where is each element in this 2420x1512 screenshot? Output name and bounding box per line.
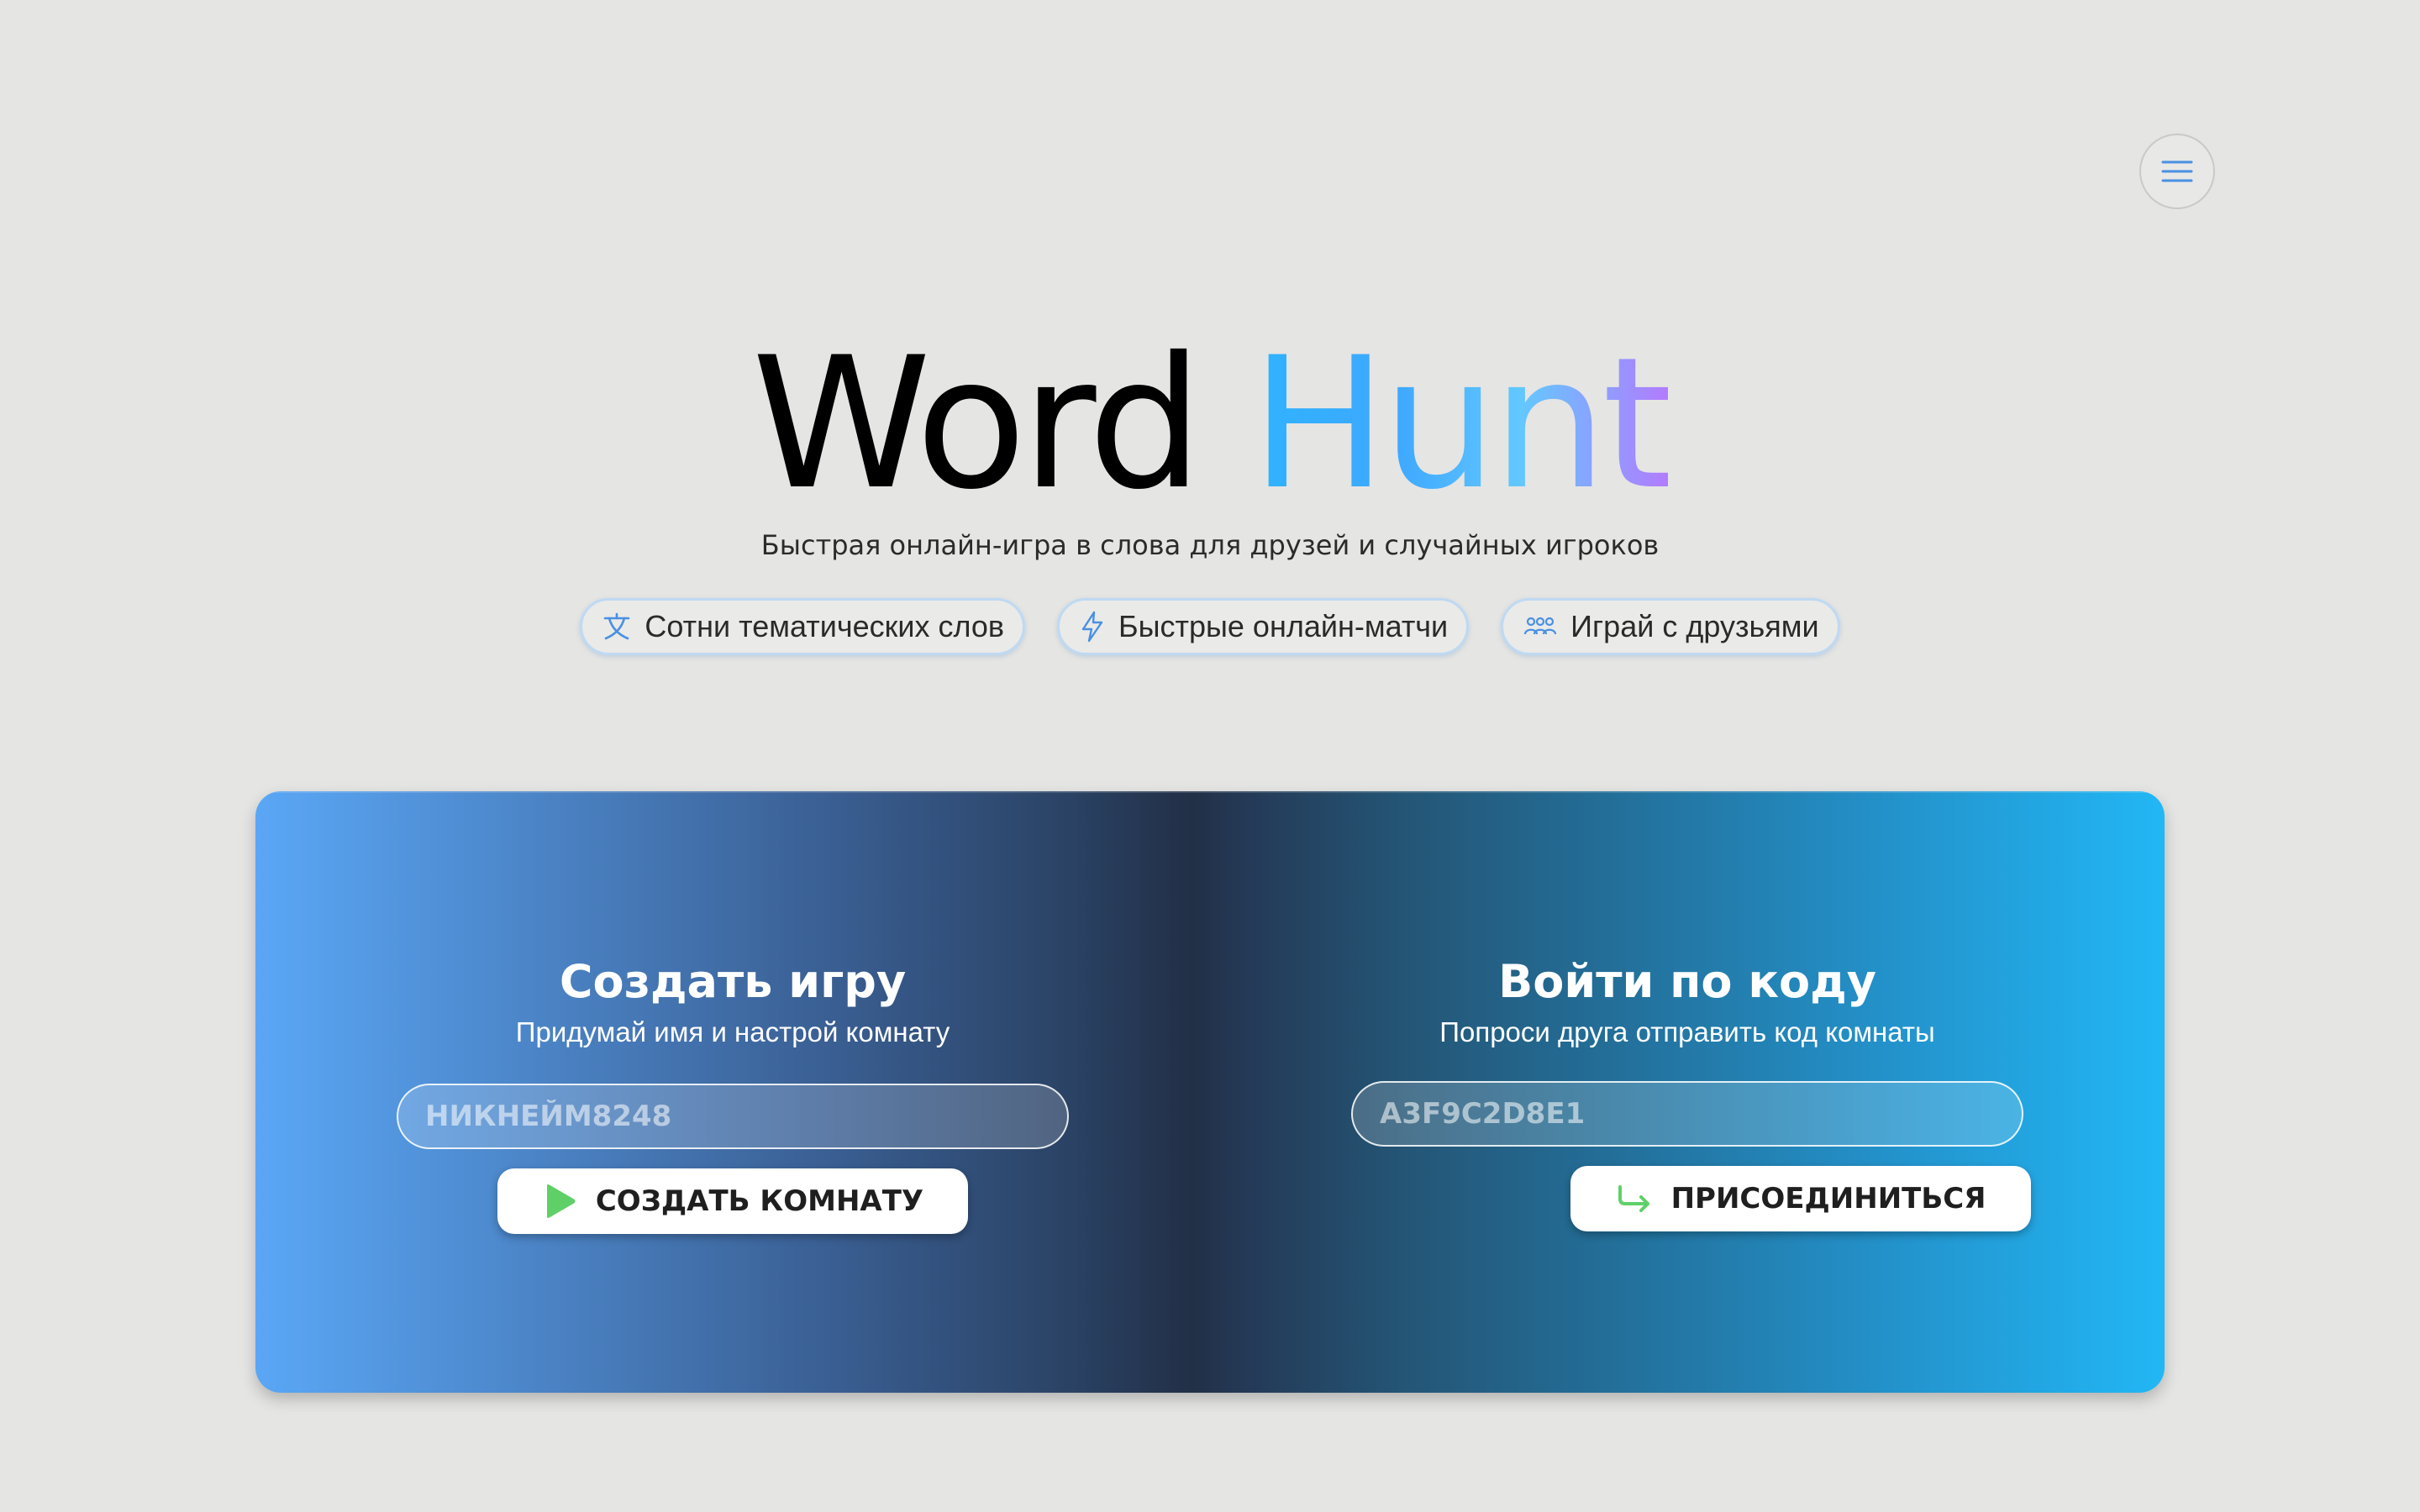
create-game-heading: Создать игру	[559, 955, 907, 1008]
users-icon	[1524, 617, 1557, 635]
enter-arrow-icon	[1618, 1185, 1649, 1212]
create-room-label: СОЗДАТЬ КОМНАТУ	[595, 1184, 924, 1218]
translate-icon	[604, 612, 630, 640]
room-code-input[interactable]	[1351, 1081, 2023, 1147]
feature-label: Играй с друзьями	[1570, 609, 1819, 643]
feature-chip-words: Сотни тематических слов	[580, 598, 1026, 655]
app-subtitle: Быстрая онлайн-игра в слова для друзей и…	[760, 529, 1660, 561]
hamburger-menu-icon	[2161, 160, 2193, 182]
lightning-icon	[1081, 611, 1103, 643]
feature-chips: Сотни тематических слов Быстрые онлайн-м…	[0, 598, 2420, 655]
feature-label: Сотни тематических слов	[644, 609, 1005, 643]
create-room-button[interactable]: СОЗДАТЬ КОМНАТУ	[497, 1168, 968, 1234]
join-label: ПРИСОЕДИНИТЬСЯ	[1670, 1182, 1986, 1215]
game-entry-panel: Создать игру Придумай имя и настрой комн…	[255, 791, 2165, 1393]
create-game-section: Создать игру Придумай имя и настрой комн…	[255, 791, 1210, 1393]
join-game-description: Попроси друга отправить код комнаты	[1439, 1016, 1935, 1047]
join-game-section: Войти по коду Попроси друга отправить ко…	[1210, 791, 2165, 1393]
play-icon	[546, 1184, 576, 1218]
menu-button[interactable]	[2139, 134, 2215, 209]
app-title-word: Word	[751, 318, 1203, 529]
nickname-input[interactable]	[397, 1084, 1069, 1149]
join-game-heading: Войти по коду	[1498, 955, 1876, 1008]
app-title-hunt: Hunt	[1250, 318, 1673, 529]
feature-label: Быстрые онлайн-матчи	[1118, 609, 1449, 643]
create-game-description: Придумай имя и настрой комнату	[515, 1016, 950, 1047]
app-title: Word Hunt	[0, 323, 2420, 525]
join-button[interactable]: ПРИСОЕДИНИТЬСЯ	[1570, 1166, 2031, 1231]
feature-chip-matches: Быстрые онлайн-матчи	[1057, 598, 1470, 655]
feature-chip-friends: Играй с друзьями	[1501, 598, 1840, 655]
